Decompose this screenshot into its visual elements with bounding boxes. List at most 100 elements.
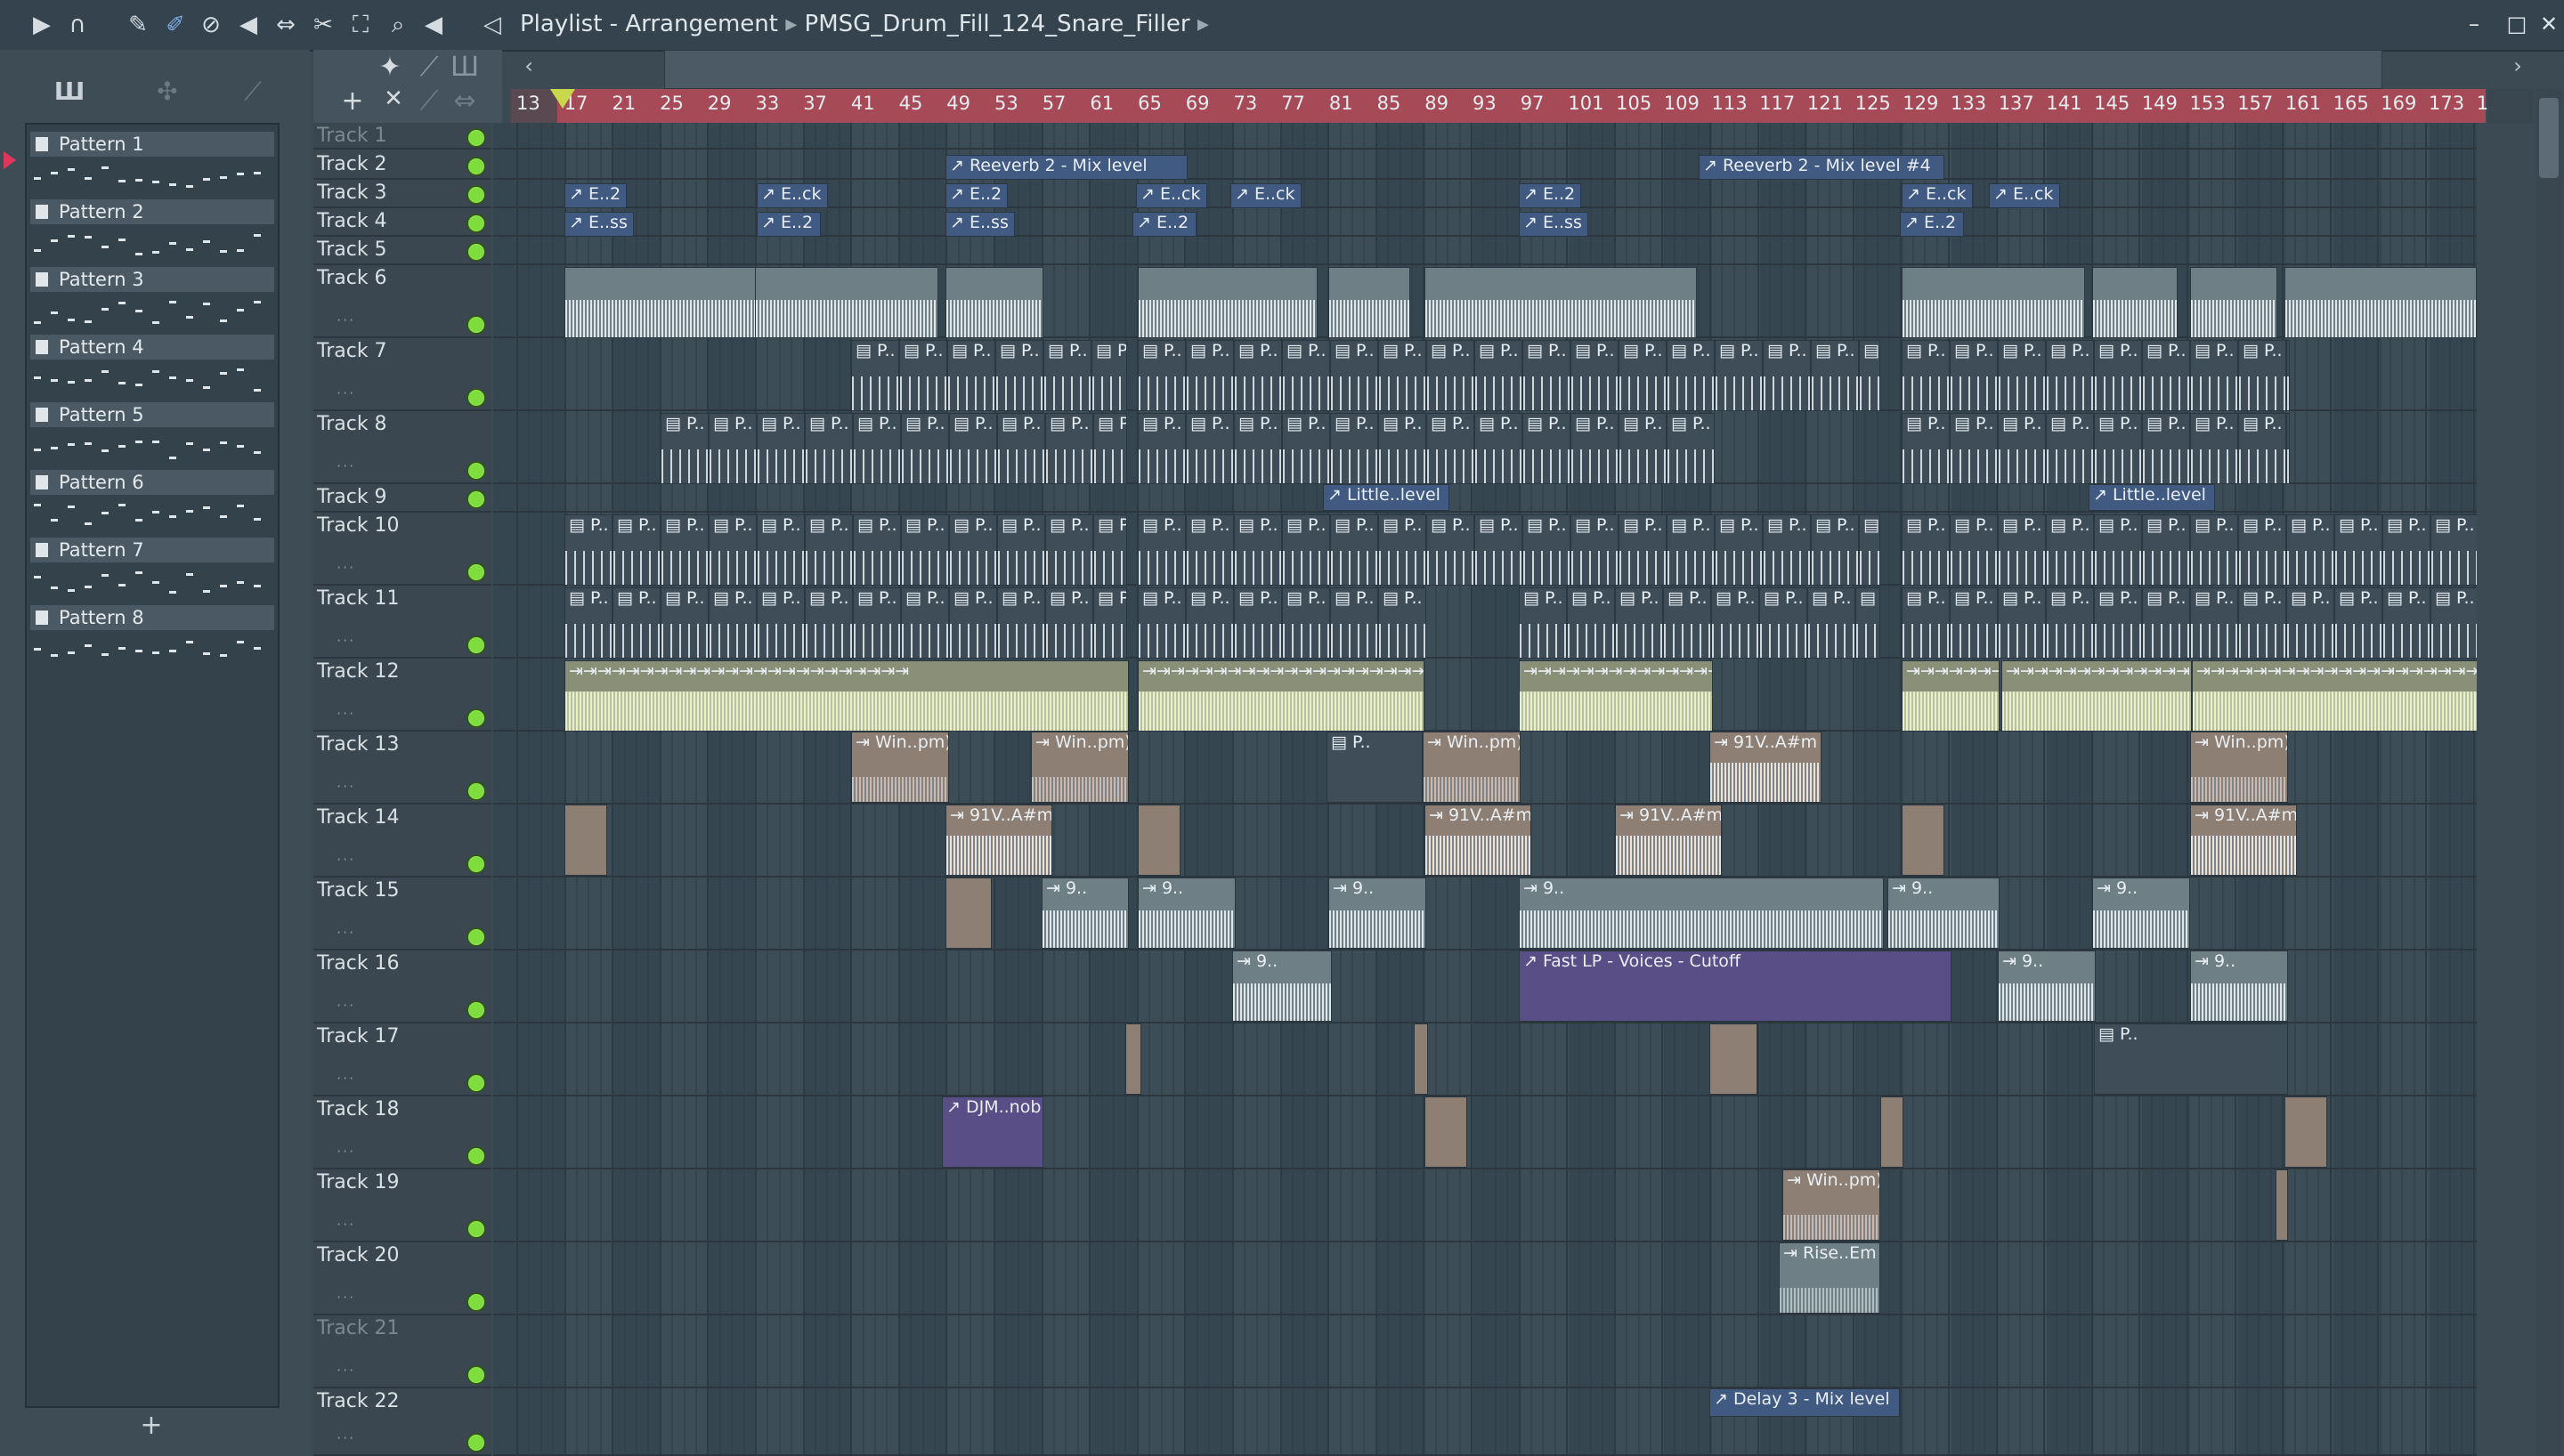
pattern-clip[interactable]: ▤ P.. xyxy=(1234,413,1282,484)
automation-clip[interactable]: ↗ E..ck xyxy=(1989,183,2060,208)
pattern-clip[interactable]: ▤ P.. xyxy=(2142,340,2190,411)
audio-clip[interactable]: ⇥⇥⇥⇥⇥⇥⇥⇥⇥⇥⇥⇥⇥⇥⇥⇥⇥⇥⇥⇥⇥⇥⇥⇥ xyxy=(1519,660,1713,732)
scroll-left-icon[interactable]: ‹ xyxy=(511,53,547,84)
pattern-clip[interactable]: ▤ P.. xyxy=(1138,413,1186,484)
audio-clip[interactable]: ⇥ 9.. xyxy=(1519,878,1884,949)
audio-clip[interactable] xyxy=(1138,267,1318,338)
mute-icon[interactable]: ◀ xyxy=(233,12,264,37)
pattern-clip[interactable]: ▤ P.. xyxy=(2238,340,2286,411)
pattern-clip[interactable]: ▤ P.. xyxy=(1186,413,1234,484)
automation-clip[interactable]: ↗ E..ck xyxy=(757,183,828,208)
pattern-clip[interactable]: ▤ P.. xyxy=(1711,587,1759,659)
automation-clip[interactable]: ↗ E..2 xyxy=(1900,212,1964,237)
track-header[interactable]: Track 12 ··· xyxy=(313,659,491,732)
track-resize-grip[interactable]: ··· xyxy=(337,1429,355,1446)
track-mute-led[interactable] xyxy=(467,1365,486,1385)
pattern-item[interactable]: Pattern 7 xyxy=(30,538,274,602)
automation-clip[interactable]: ↗ E..ss xyxy=(945,212,1015,237)
pattern-clip[interactable]: ▤ P.. xyxy=(1522,514,1570,586)
slip-icon[interactable]: ⇔ xyxy=(271,12,301,37)
audio-clip[interactable] xyxy=(1709,1023,1757,1095)
pattern-clip[interactable]: ▤ P.. xyxy=(1091,340,1127,411)
pattern-clip[interactable]: ▤ P.. xyxy=(1811,514,1859,586)
audio-clip[interactable]: ⇥ 91V..A#m xyxy=(945,805,1052,876)
track-mute-led[interactable] xyxy=(467,1433,486,1452)
track-mute-led[interactable] xyxy=(467,1000,486,1020)
pattern-clip[interactable]: ▤ P.. xyxy=(2382,514,2430,586)
speaker-icon[interactable]: ◁ xyxy=(477,12,507,37)
pattern-clip[interactable]: ▤ P.. xyxy=(2142,514,2190,586)
track-resize-grip[interactable]: ··· xyxy=(337,1143,355,1160)
audio-clip[interactable] xyxy=(1328,267,1410,338)
track-header[interactable]: Track 21 ··· xyxy=(313,1315,491,1388)
track-name[interactable]: Track 22 xyxy=(317,1390,400,1412)
pattern-clip[interactable]: ▤ P.. xyxy=(1474,514,1522,586)
pattern-clip[interactable]: ▤ P.. xyxy=(995,340,1043,411)
pattern-clip[interactable]: ▤ P.. xyxy=(1902,514,1950,586)
pattern-clip[interactable]: ▤ P.. xyxy=(757,514,805,586)
audio-clip[interactable] xyxy=(1902,267,2085,338)
pattern-clip[interactable]: ▤ P.. xyxy=(1330,413,1378,484)
track-header[interactable]: Track 19 ··· xyxy=(313,1169,491,1242)
track-header[interactable]: Track 4 xyxy=(313,208,491,237)
pattern-clip[interactable]: ▤ P.. xyxy=(2094,340,2142,411)
audio-clip[interactable]: ⇥ 9.. xyxy=(1232,950,1332,1022)
pattern-clip[interactable]: ▤ P.. xyxy=(1807,587,1855,659)
automation-clip[interactable]: ↗ Delay 3 - Mix level xyxy=(1709,1388,1900,1417)
audio-clip[interactable] xyxy=(1138,805,1181,876)
automation-clip[interactable]: ↗ E..2 xyxy=(1519,183,1581,208)
pattern-clip[interactable]: ▤ P.. xyxy=(1902,413,1950,484)
play-arrow-icon[interactable]: ▶ xyxy=(27,12,57,37)
audio-clip[interactable] xyxy=(1125,1023,1141,1095)
pattern-clip[interactable]: ▤ P.. xyxy=(1522,340,1570,411)
pattern-item[interactable]: Pattern 2 xyxy=(30,199,274,263)
pattern-clip[interactable]: ▤ P.. xyxy=(1186,340,1234,411)
playback-icon[interactable]: ◀ xyxy=(418,12,449,37)
track-name[interactable]: Track 1 xyxy=(317,125,387,147)
pattern-clip[interactable]: ▤ P.. xyxy=(997,413,1045,484)
audio-clip[interactable]: ⇥ Win..pm) xyxy=(1423,732,1521,803)
audio-clip[interactable]: ⇥ 91V..A#m xyxy=(1709,732,1822,803)
pattern-clip[interactable]: ▤ P.. xyxy=(613,514,661,586)
pattern-clip[interactable]: ▤ P.. xyxy=(1282,514,1330,586)
track-resize-grip[interactable]: ··· xyxy=(337,1289,355,1306)
pattern-clip[interactable]: ▤ P.. xyxy=(1902,340,1950,411)
track-name[interactable]: Track 15 xyxy=(317,879,400,902)
pattern-clip[interactable]: ▤ P.. xyxy=(2238,514,2286,586)
audio-clip[interactable]: ⇥ 9.. xyxy=(1887,878,2000,949)
track-resize-grip[interactable]: ··· xyxy=(337,924,355,941)
pattern-item[interactable]: Pattern 6 xyxy=(30,470,274,534)
pattern-clip[interactable]: ▤ P.. xyxy=(2046,413,2094,484)
pattern-clip[interactable]: ▤ P.. xyxy=(947,340,995,411)
pattern-clip[interactable]: ▤ P.. xyxy=(1570,340,1619,411)
pattern-clip[interactable]: ▤ P.. xyxy=(709,514,757,586)
track-mute-led[interactable] xyxy=(467,185,486,205)
pattern-clip[interactable]: ▤ P.. xyxy=(1045,514,1093,586)
pattern-clip[interactable]: ▤ P.. xyxy=(1811,340,1859,411)
pattern-clip[interactable]: ▤ P.. xyxy=(2286,587,2334,659)
track-name[interactable]: Track 17 xyxy=(317,1025,400,1048)
track-header[interactable]: Track 11 ··· xyxy=(313,586,491,659)
audio-clip[interactable]: ⇥ 9.. xyxy=(2190,950,2288,1022)
track-mute-led[interactable] xyxy=(467,854,486,874)
audio-clip[interactable]: ⇥⇥⇥⇥⇥⇥⇥⇥⇥⇥⇥⇥⇥⇥⇥⇥⇥⇥⇥⇥⇥⇥⇥⇥ xyxy=(2001,660,2192,732)
pattern-clip[interactable]: ▤ P.. xyxy=(661,514,709,586)
track-header[interactable]: Track 20 ··· xyxy=(313,1242,491,1315)
pattern-clip[interactable]: ▤ P.. xyxy=(1474,413,1522,484)
pencil-icon[interactable]: ✎ xyxy=(123,12,153,37)
pattern-item[interactable]: Pattern 4 xyxy=(30,335,274,399)
track-header[interactable]: Track 15 ··· xyxy=(313,878,491,950)
audio-clip[interactable] xyxy=(564,267,759,338)
pattern-clip[interactable]: ▤ P.. xyxy=(564,514,613,586)
scroll-right-icon[interactable]: › xyxy=(2500,53,2536,84)
track-mute-led[interactable] xyxy=(467,1292,486,1312)
audio-clip[interactable]: ⇥ 91V..A#m xyxy=(1615,805,1722,876)
pattern-clip[interactable]: ▤ P.. xyxy=(1570,514,1619,586)
audio-clip[interactable]: ⇥ Win..pm) xyxy=(2190,732,2288,803)
track-header[interactable]: Track 9 xyxy=(313,484,491,513)
track-name[interactable]: Track 2 xyxy=(317,153,387,175)
track-name[interactable]: Track 6 xyxy=(317,267,387,289)
pattern-clip[interactable]: ▤ P.. xyxy=(1855,587,1880,659)
pattern-clip[interactable]: ▤ P.. xyxy=(1378,514,1426,586)
track-resize-grip[interactable]: ··· xyxy=(337,384,355,401)
